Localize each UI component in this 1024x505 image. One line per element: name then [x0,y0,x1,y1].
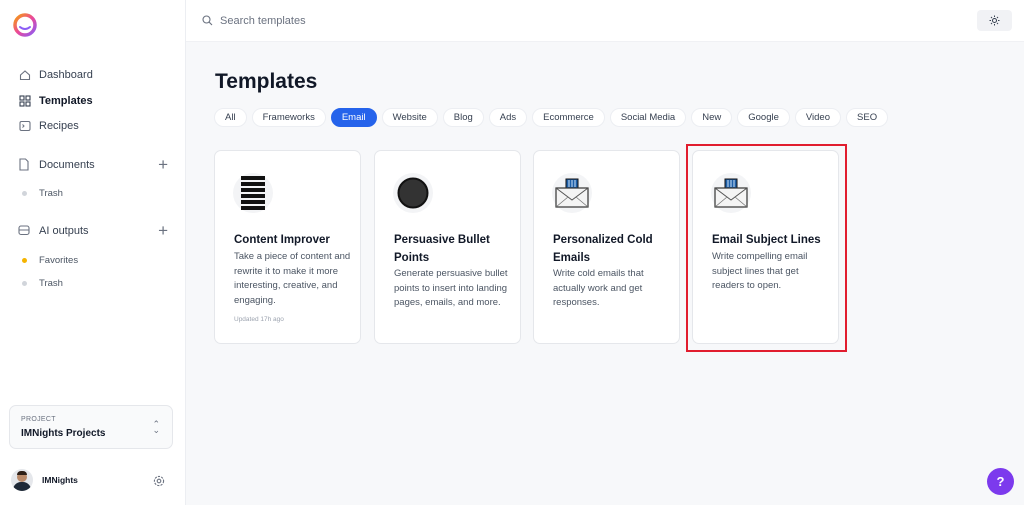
category-tabs: All Frameworks Email Website Blog Ads Ec… [214,108,893,127]
document-icon [18,158,31,171]
documents-label: Documents [39,158,95,171]
tab-ecommerce[interactable]: Ecommerce [532,108,605,127]
project-name: IMNights Projects [21,428,106,439]
logo-icon[interactable] [12,12,38,38]
tab-frameworks[interactable]: Frameworks [251,108,326,127]
dot-icon [22,281,27,286]
page-title: Templates [215,70,318,93]
project-selector[interactable]: PROJECT IMNights Projects ⌃ ⌄ [9,405,173,449]
terminal-icon [18,120,31,133]
tab-google[interactable]: Google [737,108,790,127]
card-title: Persuasive Bullet Points [394,234,490,264]
home-icon [18,69,31,82]
sun-icon [989,15,1000,26]
black-circle-icon [393,173,433,213]
dot-icon [22,258,27,263]
sidebar: Dashboard Templates Recipes Documents + … [0,0,186,505]
template-card-content-improver[interactable]: Content Improver Take a piece of content… [214,150,361,344]
list-icon [233,173,273,213]
tab-website[interactable]: Website [381,108,438,127]
card-description: Write cold emails that actually work and… [553,268,644,308]
theme-toggle-button[interactable] [977,10,1012,31]
card-updated-time: Updated 17h ago [234,316,284,323]
sidebar-item-label: Templates [39,95,93,107]
search-icon [202,15,213,26]
sidebar-item-label: Trash [39,188,63,199]
tab-social-media[interactable]: Social Media [609,108,687,127]
selection-highlight [686,144,847,352]
template-card-persuasive-bullet-points[interactable]: Persuasive Bullet Points Generate persua… [374,150,521,344]
sidebar-item-documents-trash[interactable]: Trash [22,188,63,199]
sidebar-item-recipes[interactable]: Recipes [18,117,79,135]
project-label: PROJECT [21,416,56,423]
mailbox-icon [552,173,592,213]
tab-email[interactable]: Email [330,108,377,127]
sidebar-item-outputs-trash[interactable]: Trash [22,278,63,289]
sidebar-item-label: Recipes [39,120,79,132]
search-input[interactable] [220,11,620,31]
user-name: IMNights [42,475,78,485]
sidebar-item-templates[interactable]: Templates [18,92,93,110]
ai-outputs-label: AI outputs [39,224,89,237]
grid-icon [18,95,31,108]
ai-outputs-section: AI outputs + [18,222,168,239]
sidebar-item-label: Dashboard [39,69,93,81]
help-button[interactable]: ? [987,468,1014,495]
avatar [11,469,33,491]
tab-new[interactable]: New [691,108,733,127]
card-description: Generate persuasive bullet points to ins… [394,268,508,308]
chevron-up-down-icon: ⌃ ⌄ [152,419,160,435]
card-title: Personalized Cold Emails [553,234,653,264]
template-card-personalized-cold-emails[interactable]: Personalized Cold Emails Write cold emai… [533,150,680,344]
topbar [186,0,1024,42]
user-profile[interactable]: IMNights [11,469,78,491]
sidebar-item-label: Trash [39,278,63,289]
sidebar-item-label: Favorites [39,255,79,266]
dot-icon [22,191,27,196]
tab-blog[interactable]: Blog [442,108,484,127]
archive-icon [18,224,31,237]
card-title: Content Improver [234,234,330,246]
documents-section: Documents + [18,156,168,173]
sidebar-item-dashboard[interactable]: Dashboard [18,66,93,84]
tab-all[interactable]: All [214,108,247,127]
sidebar-item-favorites[interactable]: Favorites [22,255,78,266]
card-description: Take a piece of content and rewrite it t… [234,251,351,306]
add-document-icon[interactable]: + [158,156,168,173]
add-ai-output-icon[interactable]: + [158,222,168,239]
tab-video[interactable]: Video [794,108,842,127]
tab-ads[interactable]: Ads [488,108,528,127]
gear-icon[interactable] [152,474,166,488]
tab-seo[interactable]: SEO [846,108,889,127]
